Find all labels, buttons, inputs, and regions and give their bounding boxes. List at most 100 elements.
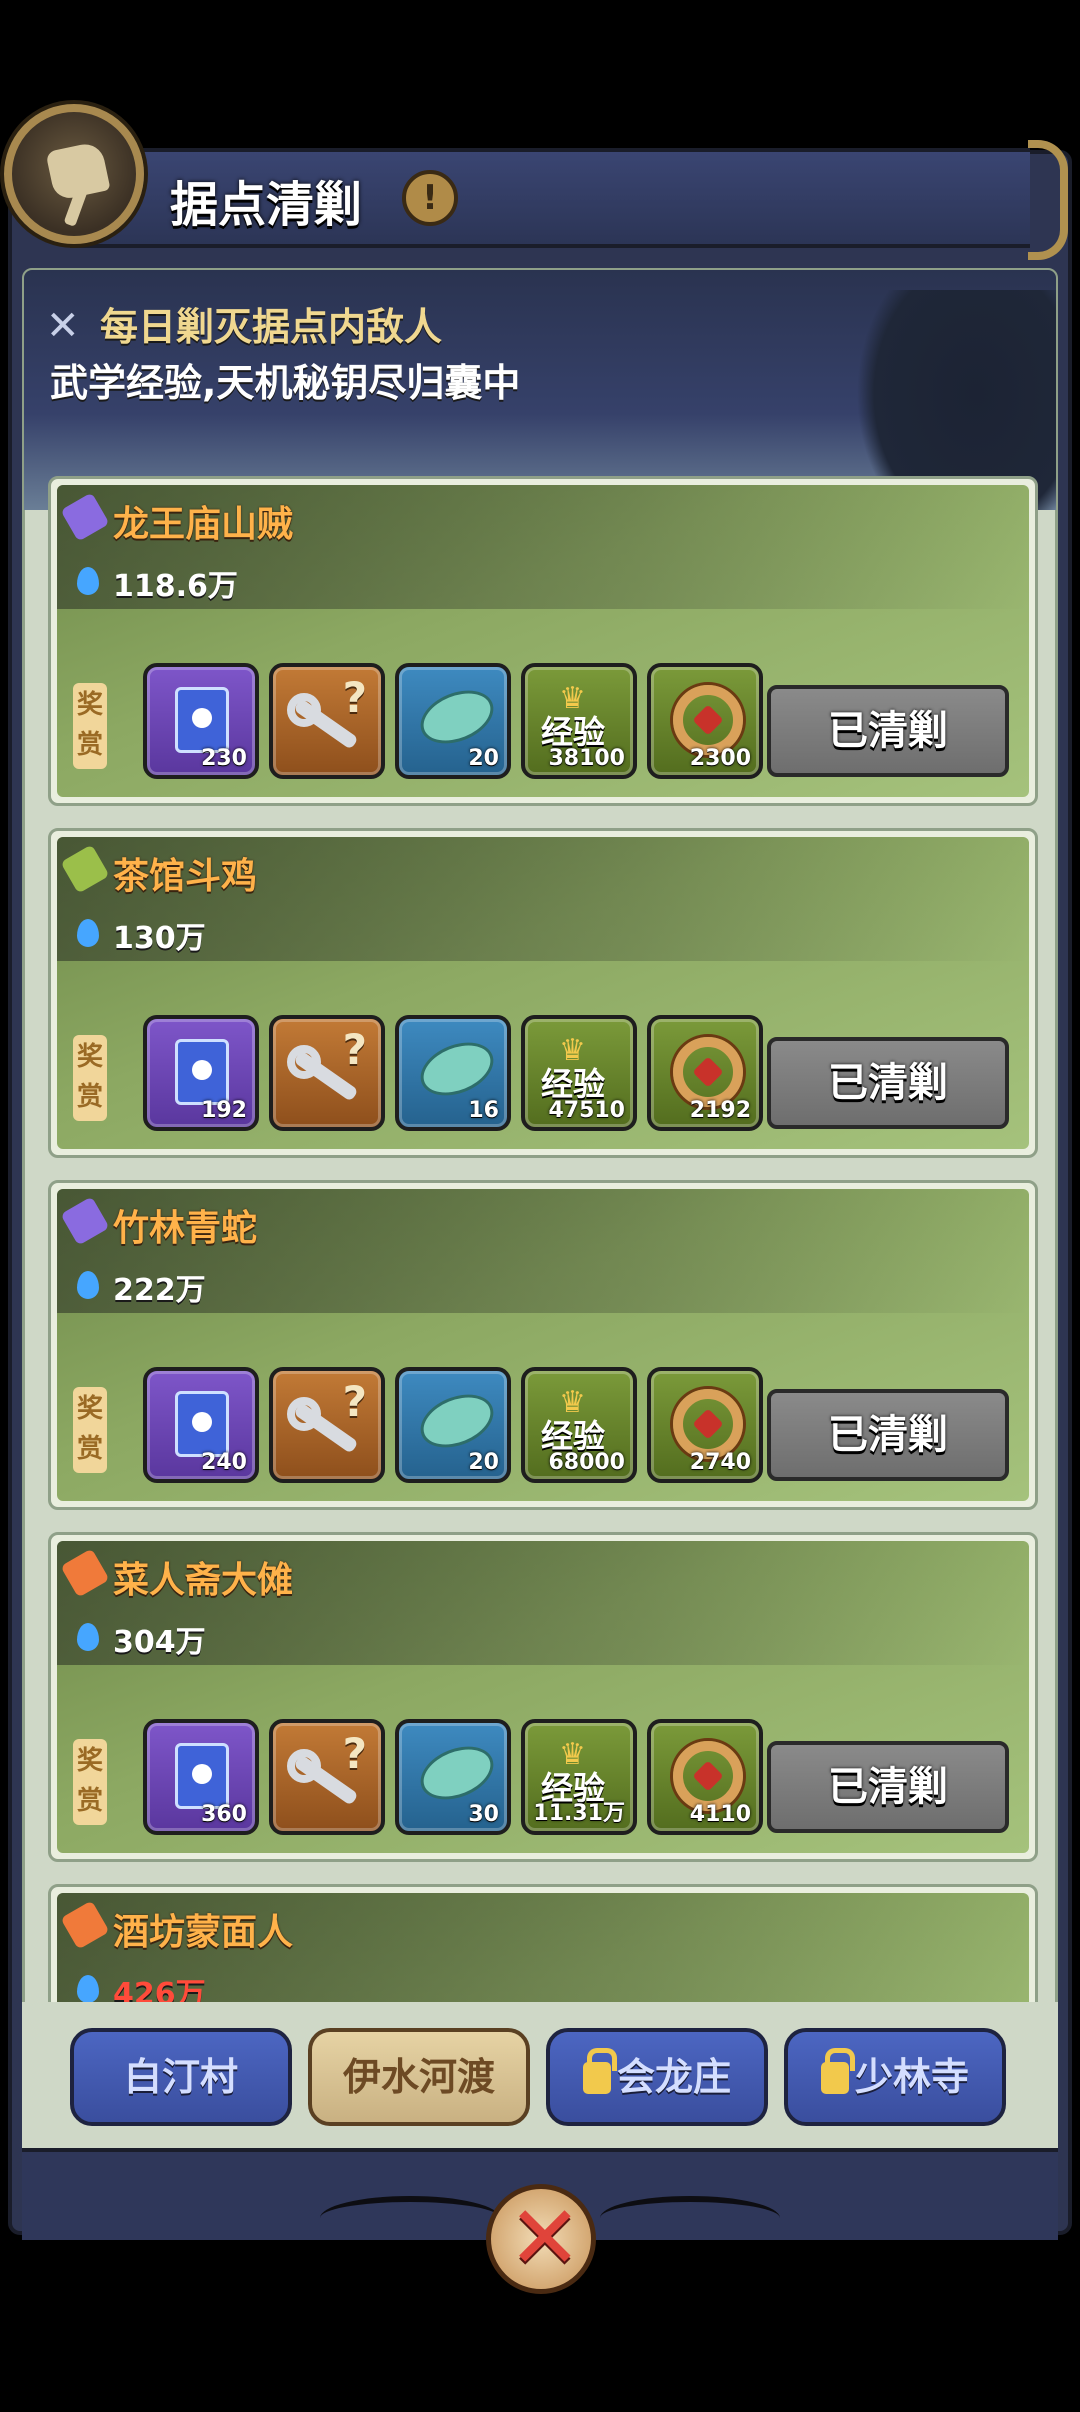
card-body: 酒坊蒙面人 426万: [57, 1893, 1029, 2002]
info-button[interactable]: !: [402, 170, 458, 226]
enemy-power: 118.6万: [113, 569, 238, 604]
reward-key[interactable]: ?: [269, 1015, 385, 1131]
power-drop-icon: [77, 1975, 99, 2002]
reward-count: 38100: [548, 746, 625, 771]
lock-icon: [820, 2048, 855, 2094]
card-body: 菜人斋大傩 304万奖赏 360? 30 ♛ 经验 11.31万 4110 已清剿: [57, 1541, 1029, 1853]
footer-ornament-right: [600, 2196, 780, 2240]
enemy-power: 304万: [113, 1625, 206, 1660]
tab-label: 伊水河渡: [342, 2055, 495, 2099]
skill-book-icon: [175, 1743, 229, 1809]
reward-coin[interactable]: 4110: [647, 1719, 763, 1835]
page-title: 据点清剿: [170, 177, 363, 233]
reward-book[interactable]: 192: [143, 1015, 259, 1131]
fish-icon: [412, 1032, 502, 1106]
reward-book[interactable]: 230: [143, 663, 259, 779]
reward-exp[interactable]: ♛ 经验 38100: [521, 663, 637, 779]
reward-coin[interactable]: 2740: [647, 1367, 763, 1483]
cleared-button[interactable]: 已清剿: [767, 1741, 1009, 1833]
reward-exp[interactable]: ♛ 经验 11.31万: [521, 1719, 637, 1835]
reward-fish[interactable]: 16: [395, 1015, 511, 1131]
stronghold-card[interactable]: 酒坊蒙面人 426万: [48, 1884, 1038, 2002]
tab-shaolinsi[interactable]: 少林寺: [784, 2028, 1006, 2126]
coin-icon: [673, 1389, 743, 1459]
question-mark: ?: [342, 1729, 367, 1778]
stronghold-name: 竹林青蛇: [113, 1208, 258, 1249]
reward-book[interactable]: 360: [143, 1719, 259, 1835]
reward-count: 2300: [689, 746, 751, 771]
reward-count: 4110: [689, 1802, 751, 1827]
stronghold-name: 酒坊蒙面人: [113, 1912, 294, 1953]
stronghold-name: 菜人斋大傩: [113, 1560, 294, 1601]
reward-label: 奖赏: [73, 1387, 107, 1473]
reward-book[interactable]: 240: [143, 1367, 259, 1483]
card-body: 茶馆斗鸡 130万奖赏 192? 16 ♛ 经验 47510 2192 已清剿: [57, 837, 1029, 1149]
stronghold-name: 茶馆斗鸡: [113, 856, 258, 897]
reward-count: 20: [468, 746, 499, 771]
crossed-swords-icon: ✕: [46, 303, 80, 349]
reward-count: 2192: [689, 1098, 751, 1123]
cleared-button[interactable]: 已清剿: [767, 1389, 1009, 1481]
reward-label: 奖赏: [73, 683, 107, 769]
reward-count: 230: [201, 746, 247, 771]
fish-icon: [412, 680, 502, 754]
hammer-emblem-icon: [4, 104, 144, 244]
reward-key[interactable]: ?: [269, 1367, 385, 1483]
stronghold-card[interactable]: 菜人斋大傩 304万奖赏 360? 30 ♛ 经验 11.31万 4110 已清剿: [48, 1532, 1038, 1862]
close-icon: ✕: [508, 2186, 582, 2289]
cleared-button[interactable]: 已清剿: [767, 1037, 1009, 1129]
reward-count: 2740: [689, 1450, 751, 1475]
reward-count: 68000: [548, 1450, 625, 1475]
stronghold-card[interactable]: 龙王庙山贼 118.6万奖赏 230? 20 ♛ 经验 38100 2300 已清剿: [48, 476, 1038, 806]
cleared-button[interactable]: 已清剿: [767, 685, 1009, 777]
reward-count: 192: [201, 1098, 247, 1123]
enemy-power: 130万: [113, 921, 206, 956]
stronghold-card[interactable]: 茶馆斗鸡 130万奖赏 192? 16 ♛ 经验 47510 2192 已清剿: [48, 828, 1038, 1158]
banner-title: 每日剿灭据点内敌人: [100, 305, 443, 349]
close-button[interactable]: ✕: [462, 2184, 618, 2294]
tab-yishuihedu[interactable]: 伊水河渡: [308, 2028, 530, 2126]
question-mark: ?: [342, 1025, 367, 1074]
banner-subtitle: 武学经验,天机秘钥尽归囊中: [50, 361, 521, 405]
stronghold-list[interactable]: 龙王庙山贼 118.6万 奖赏 230? 20 ♛ 经验 38100 2300 已清剿 茶馆斗鸡 13…: [24, 470, 1056, 2002]
reward-coin[interactable]: 2192: [647, 1015, 763, 1131]
skill-book-icon: [175, 687, 229, 753]
reward-label: 奖赏: [73, 1035, 107, 1121]
fish-icon: [412, 1736, 502, 1810]
power-drop-icon: [77, 919, 99, 947]
tab-baitingcun[interactable]: 白汀村: [70, 2028, 292, 2126]
reward-count: 360: [201, 1802, 247, 1827]
power-drop-icon: [77, 1623, 99, 1651]
header-corner-ornament: [1028, 140, 1068, 260]
fish-icon: [412, 1384, 502, 1458]
reward-key[interactable]: ?: [269, 1719, 385, 1835]
reward-count: 30: [468, 1802, 499, 1827]
reward-count: 240: [201, 1450, 247, 1475]
card-body: 竹林青蛇 222万奖赏 240? 20 ♛ 经验 68000 2740 已清剿: [57, 1189, 1029, 1501]
reward-exp[interactable]: ♛ 经验 68000: [521, 1367, 637, 1483]
lock-icon: [582, 2048, 617, 2094]
reward-fish[interactable]: 20: [395, 1367, 511, 1483]
tab-label: 会龙庄: [616, 2055, 731, 2099]
reward-exp[interactable]: ♛ 经验 47510: [521, 1015, 637, 1131]
tab-label: 白汀村: [123, 2055, 238, 2099]
reward-coin[interactable]: 2300: [647, 663, 763, 779]
reward-label: 奖赏: [73, 1739, 107, 1825]
power-drop-icon: [77, 567, 99, 595]
enemy-power: 222万: [113, 1273, 206, 1308]
reward-key[interactable]: ?: [269, 663, 385, 779]
reward-count: 11.31万: [533, 1801, 625, 1826]
skill-book-icon: [175, 1039, 229, 1105]
question-mark: ?: [342, 673, 367, 722]
coin-icon: [673, 685, 743, 755]
stronghold-card[interactable]: 竹林青蛇 222万奖赏 240? 20 ♛ 经验 68000 2740 已清剿: [48, 1180, 1038, 1510]
question-mark: ?: [342, 1377, 367, 1426]
stronghold-name: 龙王庙山贼: [113, 504, 294, 545]
reward-fish[interactable]: 30: [395, 1719, 511, 1835]
coin-icon: [673, 1741, 743, 1811]
enemy-power: 426万: [113, 1977, 206, 2002]
card-body: 龙王庙山贼 118.6万奖赏 230? 20 ♛ 经验 38100 2300 已清剿: [57, 485, 1029, 797]
tab-huilongzhuang[interactable]: 会龙庄: [546, 2028, 768, 2126]
reward-fish[interactable]: 20: [395, 663, 511, 779]
power-drop-icon: [77, 1271, 99, 1299]
